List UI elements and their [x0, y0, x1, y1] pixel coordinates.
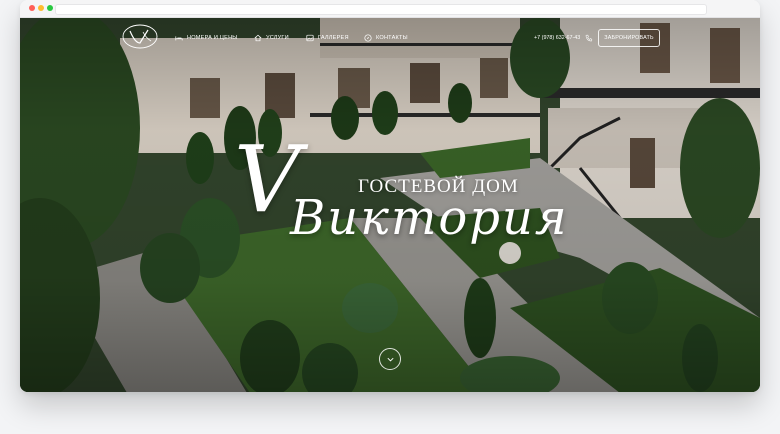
close-window-dot[interactable] [29, 5, 35, 11]
compass-icon [364, 34, 372, 42]
nav-gallery[interactable]: ГАЛЛЕРЕЯ [306, 32, 349, 44]
scroll-down-button[interactable] [379, 348, 401, 370]
nav-services-label: УСЛУГИ [266, 35, 289, 41]
browser-toolbar [20, 0, 760, 18]
home-icon [254, 34, 262, 42]
minimize-window-dot[interactable] [38, 5, 44, 11]
nav-rooms-prices[interactable]: НОМЕРА И ЦЕНЫ [175, 32, 237, 44]
browser-window: НОМЕРА И ЦЕНЫ УСЛУГИ ГАЛЛЕРЕЯ КОНТАКТЫ +… [20, 0, 760, 392]
nav-contacts-label: КОНТАКТЫ [376, 35, 408, 41]
address-bar[interactable] [55, 4, 707, 15]
phone-number: +7 (978) 632-67-43 [534, 35, 581, 41]
book-button[interactable]: ЗАБРОНИРОВАТЬ [598, 29, 660, 47]
phone-link[interactable]: +7 (978) 632-67-43 [534, 32, 593, 44]
maximize-window-dot[interactable] [47, 5, 53, 11]
bed-icon [175, 36, 183, 41]
hero-section: НОМЕРА И ЦЕНЫ УСЛУГИ ГАЛЛЕРЕЯ КОНТАКТЫ +… [20, 18, 760, 392]
hero-title: Виктория [290, 190, 569, 246]
top-navigation: НОМЕРА И ЦЕНЫ УСЛУГИ ГАЛЛЕРЕЯ КОНТАКТЫ +… [20, 18, 760, 58]
nav-gallery-label: ГАЛЛЕРЕЯ [318, 35, 349, 41]
hero-title-block: V ГОСТЕВОЙ ДОМ Виктория [230, 134, 567, 258]
victoria-monogram-logo[interactable] [121, 23, 159, 50]
image-icon [306, 34, 314, 42]
chevron-down-icon [386, 357, 394, 361]
phone-icon [585, 34, 593, 42]
nav-contacts[interactable]: КОНТАКТЫ [364, 32, 408, 44]
nav-rooms-label: НОМЕРА И ЦЕНЫ [187, 35, 238, 41]
nav-services[interactable]: УСЛУГИ [254, 32, 289, 44]
